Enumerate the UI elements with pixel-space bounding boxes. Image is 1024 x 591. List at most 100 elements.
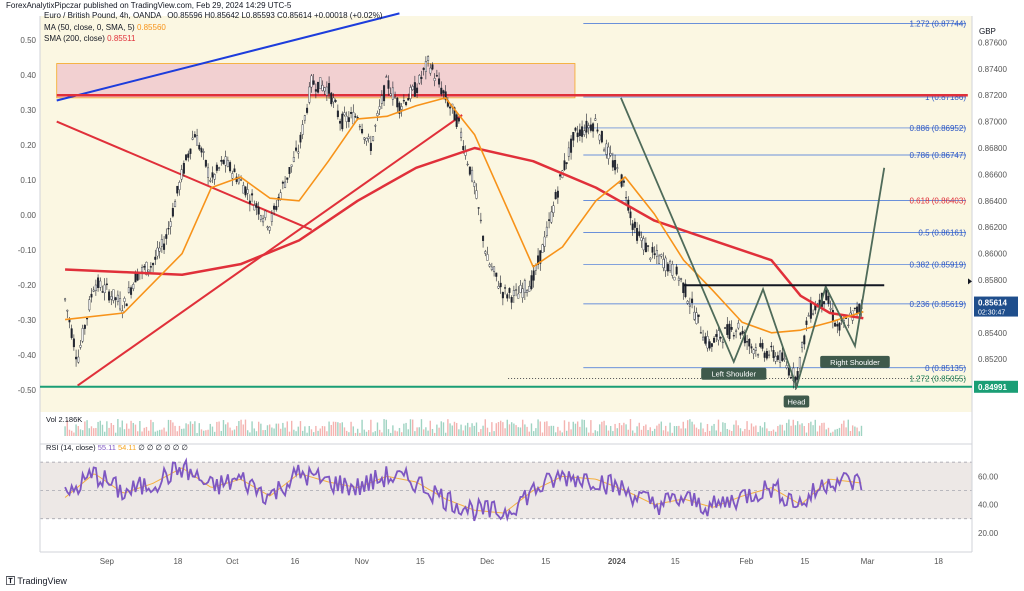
volume-bar [194, 421, 196, 436]
volume-bar [372, 432, 374, 436]
volume-bar [207, 429, 209, 436]
fib-level-label: 0.382 (0.85919) [910, 260, 967, 269]
candle-body [253, 205, 256, 211]
candle-body [389, 93, 392, 96]
candle-body [706, 336, 709, 349]
volume-bar [145, 426, 148, 436]
volume-bar [143, 427, 145, 436]
price-tick-label: 0.86600 [978, 170, 1007, 179]
candle-body [189, 148, 192, 154]
volume-bar [343, 427, 346, 436]
candle-body [530, 275, 533, 289]
volume-bar [389, 432, 392, 436]
candle-body [746, 341, 749, 343]
candle-body [299, 134, 302, 143]
volume-bar [805, 432, 808, 436]
sma-legend[interactable]: SMA (200, close) 0.85511 [44, 34, 135, 43]
volume-bar [453, 421, 456, 436]
candle-body [358, 125, 361, 128]
volume-bar [312, 432, 315, 436]
volume-bar [238, 421, 240, 436]
candle-body [409, 87, 412, 99]
volume-bar [451, 425, 453, 436]
ma-legend-label: MA (50, close, 0, SMA, 5) [44, 23, 135, 32]
volume-bar [409, 419, 412, 436]
volume-bar [728, 429, 731, 436]
volume-bar [794, 425, 797, 436]
fib-level-label: 0.786 (0.86747) [910, 151, 967, 160]
volume-bar [222, 420, 225, 436]
candle-body [565, 162, 568, 165]
candle-body [666, 263, 669, 272]
price-chart[interactable]: 1.272 (0.87744)1 (0.87186)0.886 (0.86952… [0, 0, 1024, 591]
volume-bar [284, 427, 286, 436]
volume-bar [834, 429, 836, 436]
candle-body [420, 77, 423, 79]
volume-bar [370, 419, 372, 436]
time-tick-label: Nov [355, 557, 369, 566]
candle-body [411, 86, 414, 90]
volume-bar [308, 426, 310, 436]
candle-body [99, 280, 102, 288]
volume-bar [689, 419, 691, 436]
candle-body [737, 322, 740, 329]
candle-body [306, 107, 309, 113]
volume-bar [649, 427, 651, 436]
candle-body [605, 143, 608, 155]
volume-bar [640, 429, 643, 436]
volume-bar [200, 429, 203, 436]
price-tick-label: 0.87000 [978, 118, 1007, 127]
candle-body [499, 282, 502, 288]
time-tick-label: Feb [739, 557, 753, 566]
candle-body [174, 201, 177, 208]
volume-bar [444, 432, 447, 436]
candle-body [233, 168, 236, 173]
volume-bar [827, 427, 830, 436]
volume-bar [816, 431, 819, 436]
volume-bar [667, 431, 669, 436]
candle-body [295, 147, 298, 151]
candle-body [86, 318, 89, 320]
volume-bar [526, 426, 528, 436]
candle-body [629, 211, 632, 219]
candle-body [479, 219, 482, 222]
volume-bar [400, 432, 403, 436]
volume-bar [695, 427, 698, 436]
candle-body [130, 287, 133, 295]
volume-bar [854, 426, 856, 436]
volume-bar [744, 428, 746, 436]
candle-body [836, 324, 839, 327]
volume-bar [352, 426, 354, 436]
candle-body [581, 126, 584, 137]
candle-body [185, 154, 188, 161]
candle-body [301, 124, 304, 135]
candle-body [633, 221, 636, 228]
time-tick-label: 18 [173, 557, 182, 566]
volume-bar [563, 420, 566, 436]
candle-body [193, 134, 196, 138]
volume-bar [81, 430, 84, 436]
candle-body [662, 259, 665, 269]
volume-bar [818, 425, 821, 436]
price-tick-label: 0.87400 [978, 65, 1007, 74]
volume-bar [260, 423, 262, 436]
candle-body [798, 357, 801, 369]
candle-body [783, 358, 786, 360]
candle-body [286, 177, 289, 180]
volume-bar [513, 423, 515, 436]
candle-body [686, 300, 689, 304]
price-tick-label: 0.86200 [978, 223, 1007, 232]
volume-bar [739, 428, 742, 436]
volume-bar [733, 424, 735, 436]
volume-bar [851, 425, 854, 436]
volume-bar [766, 428, 768, 436]
pattern-label-right-shoulder: Right Shoulder [830, 358, 880, 367]
candle-body [567, 147, 570, 157]
rsi-tick-label: 60.00 [978, 472, 999, 481]
candle-body [847, 324, 850, 327]
candle-body [262, 218, 265, 223]
volume-bar [838, 427, 841, 436]
ma-legend[interactable]: MA (50, close, 0, SMA, 5) 0.85560 [44, 23, 166, 32]
volume-bar [590, 420, 592, 436]
volume-bar [473, 425, 475, 436]
